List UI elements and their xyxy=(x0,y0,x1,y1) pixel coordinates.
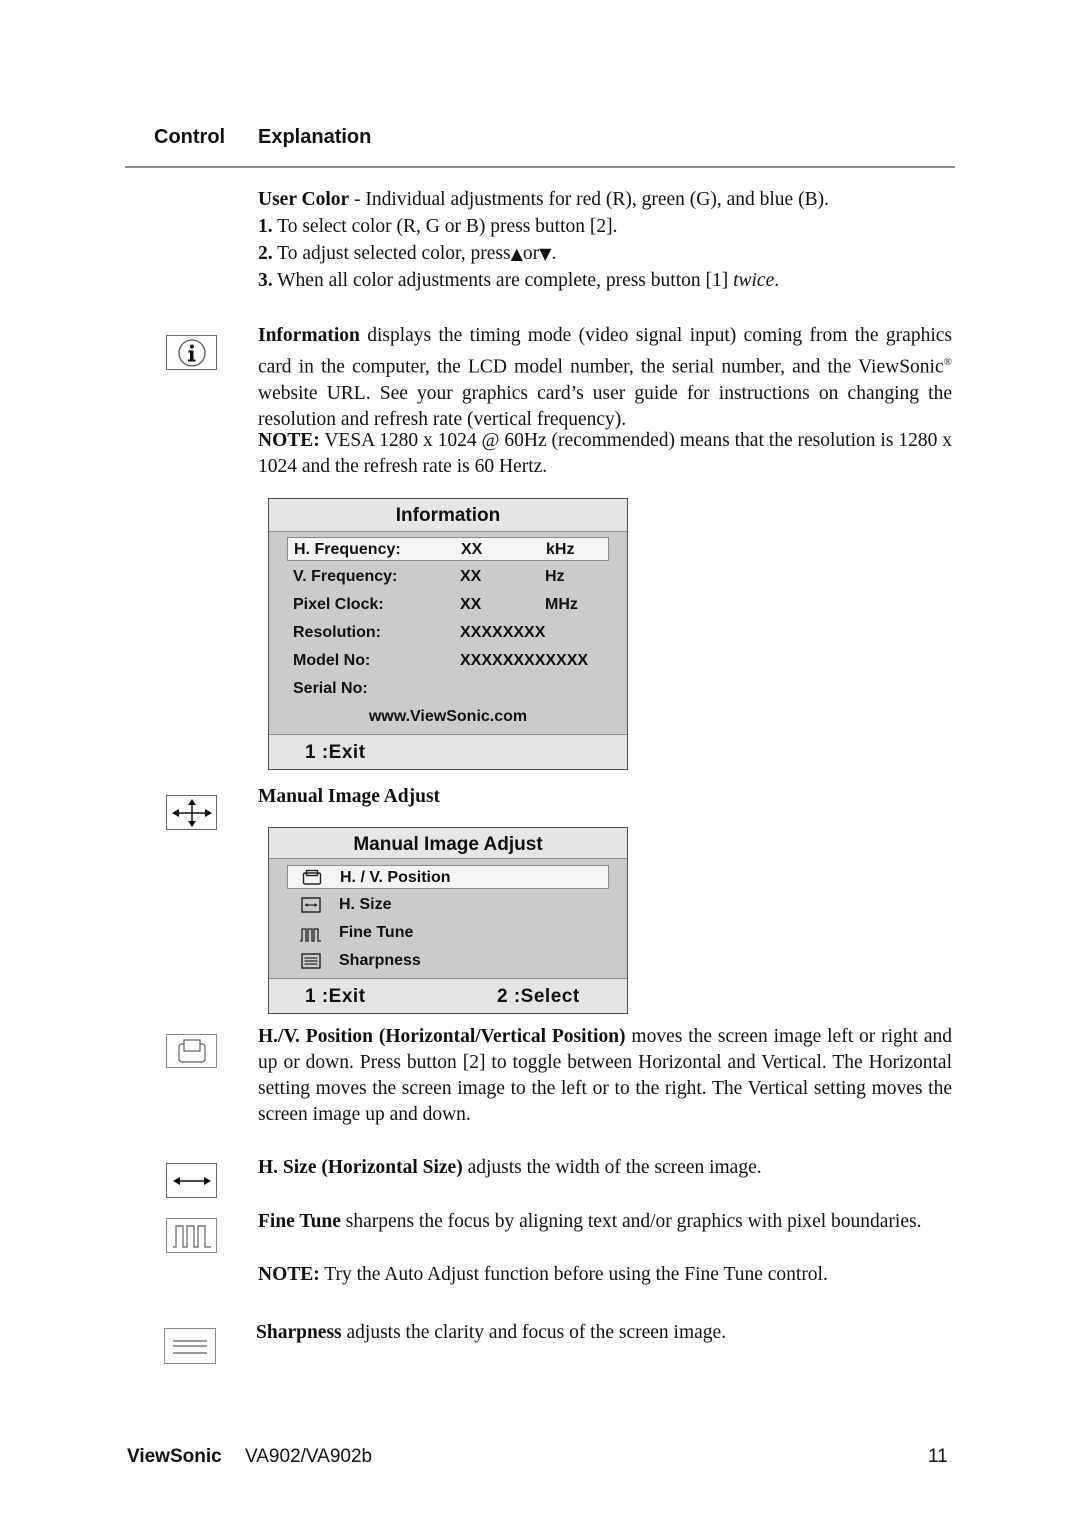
user-color-step-3: 3. When all color adjustments are comple… xyxy=(258,270,780,291)
sharpness-icon xyxy=(301,953,321,977)
osd-item-h-size[interactable]: H. Size xyxy=(287,893,609,917)
osd-title: Manual Image Adjust xyxy=(269,828,627,859)
down-arrow-icon: ▼ xyxy=(539,244,552,263)
fine-tune-description: Fine Tune sharpens the focus by aligning… xyxy=(258,1211,922,1232)
osd-row-serial-no: Serial No: xyxy=(293,680,368,697)
osd-website: www.ViewSonic.com xyxy=(368,708,528,725)
osd-item-hv-position[interactable]: H. / V. Position xyxy=(287,865,609,889)
four-way-arrows-icon xyxy=(166,795,217,830)
fine-tune-title: Fine Tune xyxy=(258,1211,341,1232)
h-size-description: H. Size (Horizontal Size) adjusts the wi… xyxy=(258,1157,762,1178)
column-header-explanation: Explanation xyxy=(258,126,372,148)
hv-position-title: H./V. Position (Horizontal/Vertical Posi… xyxy=(258,1026,626,1047)
osd-row-h-frequency[interactable]: H. Frequency: XX kHz xyxy=(287,537,609,561)
osd-footer: 1 :Exit 2 :Select xyxy=(269,978,627,1013)
osd-row-model-no: Model No: XXXXXXXXXXXX xyxy=(293,652,589,669)
osd-exit-button[interactable]: 1 :Exit xyxy=(305,979,366,1015)
information-osd-panel: Information H. Frequency: XX kHz V. Freq… xyxy=(268,498,628,770)
osd-row-pixel-clock: Pixel Clock: XX MHz xyxy=(293,596,578,613)
osd-row-resolution: Resolution: XXXXXXXX xyxy=(293,624,546,641)
user-color-intro: User Color - Individual adjustments for … xyxy=(258,189,829,210)
osd-select-button[interactable]: 2 :Select xyxy=(497,979,580,1015)
sharpness-icon xyxy=(164,1328,216,1364)
page-number: 11 xyxy=(928,1446,948,1467)
h-size-icon xyxy=(301,897,321,921)
up-arrow-icon: ▲ xyxy=(510,244,523,263)
user-color-step-1: 1. To select color (R, G or B) press but… xyxy=(258,216,618,237)
user-color-title: User Color xyxy=(258,189,350,210)
fine-tune-icon xyxy=(299,926,323,950)
position-icon xyxy=(166,1034,217,1068)
information-title: Information xyxy=(258,325,360,346)
information-note: NOTE: VESA 1280 x 1024 @ 60Hz (recommend… xyxy=(258,430,952,477)
header-divider xyxy=(125,166,955,168)
user-color-step-2: 2. To adjust selected color, press▲or▼. xyxy=(258,243,557,264)
information-description: Information displays the timing mode (vi… xyxy=(258,325,952,430)
info-icon xyxy=(166,335,217,370)
osd-footer: 1 :Exit xyxy=(269,734,627,769)
osd-title: Information xyxy=(269,499,627,532)
fine-tune-icon xyxy=(166,1218,217,1253)
column-header-control: Control xyxy=(154,126,226,148)
hv-position-description: H./V. Position (Horizontal/Vertical Posi… xyxy=(258,1026,952,1125)
osd-exit-button[interactable]: 1 :Exit xyxy=(305,735,366,771)
footer-model: VA902/VA902b xyxy=(245,1446,373,1467)
osd-item-sharpness[interactable]: Sharpness xyxy=(287,949,609,973)
osd-row-v-frequency: V. Frequency: XX Hz xyxy=(293,568,565,585)
h-size-icon xyxy=(166,1163,217,1198)
osd-item-fine-tune[interactable]: Fine Tune xyxy=(287,921,609,945)
manual-image-adjust-heading: Manual Image Adjust xyxy=(258,786,441,807)
user-color-section: User Color - Individual adjustments for … xyxy=(258,187,958,294)
sharpness-description: Sharpness adjusts the clarity and focus … xyxy=(256,1322,727,1343)
sharpness-title: Sharpness xyxy=(256,1322,342,1343)
position-icon xyxy=(302,869,322,894)
manual-image-adjust-osd-panel: Manual Image Adjust H. / V. Position H. … xyxy=(268,827,628,1014)
footer-brand: ViewSonic xyxy=(127,1446,222,1467)
h-size-title: H. Size (Horizontal Size) xyxy=(258,1157,463,1178)
fine-tune-note: NOTE: Try the Auto Adjust function befor… xyxy=(258,1264,828,1285)
